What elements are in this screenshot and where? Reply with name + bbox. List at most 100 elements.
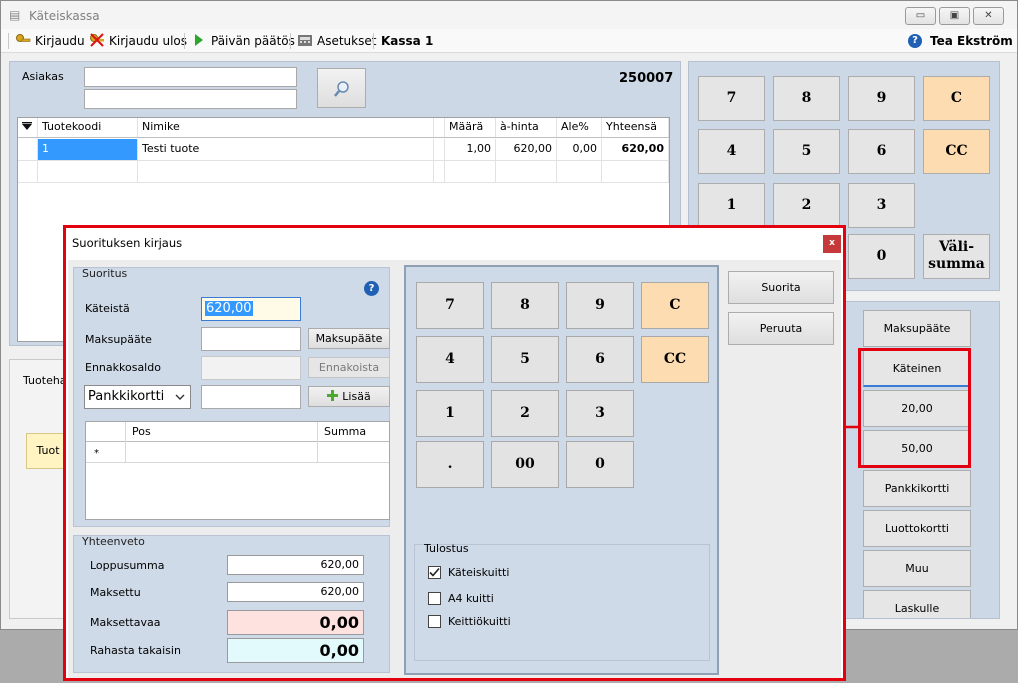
terminal-button[interactable]: Maksupääte xyxy=(308,328,390,349)
numpad-key-9[interactable]: 9 xyxy=(848,76,915,121)
row-selector[interactable] xyxy=(18,139,38,160)
subtotal-button[interactable]: Väli- summa xyxy=(923,234,990,279)
settings-button[interactable]: Asetukset xyxy=(297,33,376,49)
logout-button[interactable]: Kirjaudu ulos xyxy=(89,33,187,49)
total-value: 620,00 xyxy=(227,555,364,575)
table-row[interactable]: 1 Testi tuote 1,00 620,00 0,00 620,00 xyxy=(18,139,669,161)
a4-receipt-label: A4 kuitti xyxy=(448,592,494,605)
toolbar-separator xyxy=(290,33,291,49)
col-total[interactable]: Yhteensä xyxy=(602,118,669,137)
numpad-key-4[interactable]: 4 xyxy=(698,129,765,174)
maximize-button[interactable]: ▣ xyxy=(939,7,970,25)
dialog-key-double-zero[interactable]: 00 xyxy=(491,441,559,488)
toolbar-grip xyxy=(8,33,9,49)
dialog-key-0[interactable]: 0 xyxy=(566,441,634,488)
help-icon[interactable]: ? xyxy=(908,34,922,48)
terminal-input[interactable] xyxy=(201,327,301,351)
pay-other-button[interactable]: Muu xyxy=(863,550,971,587)
numpad-key-3[interactable]: 3 xyxy=(848,183,915,228)
numpad-key-1[interactable]: 1 xyxy=(698,183,765,228)
numpad-key-6[interactable]: 6 xyxy=(848,129,915,174)
cash-input[interactable]: 620,00 xyxy=(201,297,301,321)
grid-header: Tuotekoodi Nimike Määrä à-hinta Ale% Yht… xyxy=(18,118,669,138)
dialog-key-2[interactable]: 2 xyxy=(491,390,559,437)
numpad-key-8[interactable]: 8 xyxy=(773,76,840,121)
pay-debit-card-button[interactable]: Pankkikortti xyxy=(863,470,971,507)
col-name[interactable]: Nimike xyxy=(138,118,434,137)
payment-method-select[interactable]: Pankkikortti xyxy=(84,385,191,409)
cell-name[interactable]: Testi tuote xyxy=(138,139,434,160)
dialog-key-3[interactable]: 3 xyxy=(566,390,634,437)
prepaid-input xyxy=(201,356,301,380)
toolbar: Kirjaudu Kirjaudu ulos Päivän päätös Ase… xyxy=(1,29,1017,53)
total-label: Loppusumma xyxy=(90,559,165,572)
numpad-key-0[interactable]: 0 xyxy=(848,234,915,279)
payment-lines-grid[interactable]: Pos Summa * xyxy=(85,421,390,520)
dialog-key-clear[interactable]: C xyxy=(641,282,709,329)
add-payment-label: Lisää xyxy=(342,390,371,403)
cell-product-code[interactable]: 1 xyxy=(38,139,138,160)
dialog-key-1[interactable]: 1 xyxy=(416,390,484,437)
cell-total[interactable]: 620,00 xyxy=(602,139,669,160)
help-icon[interactable]: ? xyxy=(364,281,379,296)
col-sum[interactable]: Summa xyxy=(318,422,389,442)
terminal-label: Maksupääte xyxy=(85,333,152,346)
close-button[interactable]: ✕ xyxy=(973,7,1004,25)
payment-lines-new-row[interactable]: * xyxy=(86,442,389,463)
add-payment-button[interactable]: Lisää xyxy=(308,386,390,407)
minimize-button[interactable]: ▭ xyxy=(905,7,936,25)
kitchen-receipt-checkbox[interactable] xyxy=(428,615,441,628)
numpad-key-clear-all[interactable]: CC xyxy=(923,129,990,174)
pay-terminal-button[interactable]: Maksupääte xyxy=(863,310,971,347)
dialog-key-6[interactable]: 6 xyxy=(566,336,634,383)
login-button[interactable]: Kirjaudu xyxy=(15,33,85,49)
cell-discount[interactable]: 0,00 xyxy=(557,139,602,160)
dialog-close-button[interactable]: x xyxy=(823,235,841,253)
col-unit-price[interactable]: à-hinta xyxy=(496,118,557,137)
customer-search-button[interactable] xyxy=(317,68,366,108)
title-bar: ▤ Käteiskassa ▭ ▣ ✕ xyxy=(1,1,1017,29)
cash-input-value: 620,00 xyxy=(205,301,253,316)
cell-quantity[interactable]: 1,00 xyxy=(445,139,496,160)
window-title: Käteiskassa xyxy=(29,9,100,23)
dialog-key-7[interactable]: 7 xyxy=(416,282,484,329)
play-icon xyxy=(195,34,203,46)
col-quantity[interactable]: Määrä xyxy=(445,118,496,137)
col-empty[interactable] xyxy=(434,118,445,137)
numpad-key-clear[interactable]: C xyxy=(923,76,990,121)
plus-icon xyxy=(327,390,339,401)
confirm-payment-button[interactable]: Suorita xyxy=(728,271,834,304)
dialog-key-9[interactable]: 9 xyxy=(566,282,634,329)
grid-filter-icon[interactable] xyxy=(18,118,38,137)
cell-empty[interactable] xyxy=(434,139,445,160)
cash-receipt-checkbox[interactable] xyxy=(428,566,441,579)
dialog-key-4[interactable]: 4 xyxy=(416,336,484,383)
numpad-key-5[interactable]: 5 xyxy=(773,129,840,174)
checkmark-icon xyxy=(429,567,440,577)
col-pos[interactable]: Pos xyxy=(126,422,318,442)
app-icon: ▤ xyxy=(9,8,21,22)
pay-credit-card-button[interactable]: Luottokortti xyxy=(863,510,971,547)
dialog-key-5[interactable]: 5 xyxy=(491,336,559,383)
prepaid-label: Ennakkosaldo xyxy=(85,361,161,374)
dialog-key-clear-all[interactable]: CC xyxy=(641,336,709,383)
search-icon xyxy=(333,80,349,97)
summary-group-title: Yhteenveto xyxy=(82,535,145,548)
customer-field[interactable] xyxy=(84,67,297,87)
a4-receipt-checkbox[interactable] xyxy=(428,592,441,605)
day-close-button[interactable]: Päivän päätös xyxy=(191,33,295,49)
numpad-key-2[interactable]: 2 xyxy=(773,183,840,228)
numpad-key-7[interactable]: 7 xyxy=(698,76,765,121)
customer-field-2[interactable] xyxy=(84,89,297,109)
col-discount[interactable]: Ale% xyxy=(557,118,602,137)
user-name: Tea Ekström xyxy=(930,34,1013,48)
cancel-payment-button[interactable]: Peruuta xyxy=(728,312,834,345)
cell-unit-price[interactable]: 620,00 xyxy=(496,139,557,160)
payment-lines-header: Pos Summa xyxy=(86,422,389,442)
dialog-key-decimal[interactable]: . xyxy=(416,441,484,488)
col-product-code[interactable]: Tuotekoodi xyxy=(38,118,138,137)
pay-invoice-button[interactable]: Laskulle xyxy=(863,590,971,618)
payment-method-amount[interactable] xyxy=(201,385,301,409)
dialog-key-8[interactable]: 8 xyxy=(491,282,559,329)
table-row-new[interactable] xyxy=(18,161,669,183)
